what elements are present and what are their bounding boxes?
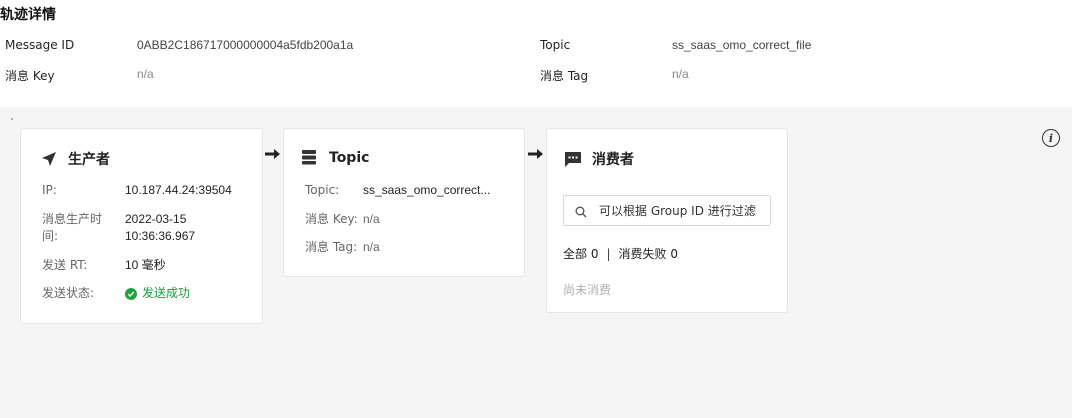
producer-status-label: 发送状态:	[42, 286, 95, 300]
topic-card-tag-label: 消息 Tag:	[305, 240, 358, 254]
message-id-value: 0ABB2C186717000000004a5fdb200a1a	[137, 38, 354, 52]
message-icon	[564, 150, 582, 168]
consumer-title: 消费者	[592, 152, 634, 168]
topic-card-title: Topic	[329, 150, 370, 166]
page-title: 轨迹详情	[0, 7, 56, 23]
consumer-header: 消费者	[564, 149, 634, 169]
search-icon	[575, 205, 587, 217]
producer-rt-value: 10 毫秒	[125, 258, 166, 272]
message-id-label: Message ID	[5, 38, 75, 52]
topic-card-tag-value: n/a	[363, 240, 380, 254]
empty-state-text: 尚未消费	[563, 283, 612, 297]
send-icon	[40, 150, 58, 168]
topic-card-key-value: n/a	[363, 212, 380, 226]
producer-rt-label: 发送 RT:	[42, 258, 88, 272]
producer-title: 生产者	[68, 152, 110, 168]
info-icon[interactable]: i	[1042, 129, 1060, 147]
producer-header: 生产者	[40, 149, 110, 169]
topic-card-topic-label: Topic:	[305, 183, 340, 197]
message-key-label: 消息 Key	[5, 69, 55, 83]
group-id-search-input[interactable]	[599, 203, 769, 218]
topic-value: ss_saas_omo_correct_file	[672, 38, 812, 52]
message-tag-label: 消息 Tag	[540, 69, 589, 83]
tab-all-count[interactable]: 全部 0	[563, 245, 598, 262]
topic-card-topic-value: ss_saas_omo_correct...	[363, 183, 491, 197]
message-tag-value: n/a	[672, 67, 689, 81]
tab-failed-count[interactable]: 消费失败 0	[619, 245, 678, 262]
canvas-dot	[11, 118, 13, 120]
producer-ip-value: 10.187.44.24:39504	[125, 183, 232, 197]
arrow-right-icon	[265, 149, 280, 159]
arrow-right-icon	[528, 149, 543, 159]
topic-header: Topic	[301, 149, 369, 167]
consume-counts: 全部 0 | 消费失败 0	[563, 245, 678, 262]
producer-status-value: 发送成功	[125, 285, 190, 302]
topic-label: Topic	[540, 38, 571, 52]
producer-time-label: 消息生产时 间:	[42, 212, 103, 243]
group-search-box[interactable]	[563, 195, 771, 226]
topic-card-key-label: 消息 Key:	[305, 212, 358, 226]
producer-time-value: 2022-03-15 10:36:36.967	[125, 212, 196, 243]
producer-ip-label: IP:	[42, 183, 57, 197]
message-key-value: n/a	[137, 67, 154, 81]
check-circle-icon	[125, 287, 137, 300]
server-icon	[301, 149, 319, 167]
count-separator: |	[606, 246, 611, 261]
